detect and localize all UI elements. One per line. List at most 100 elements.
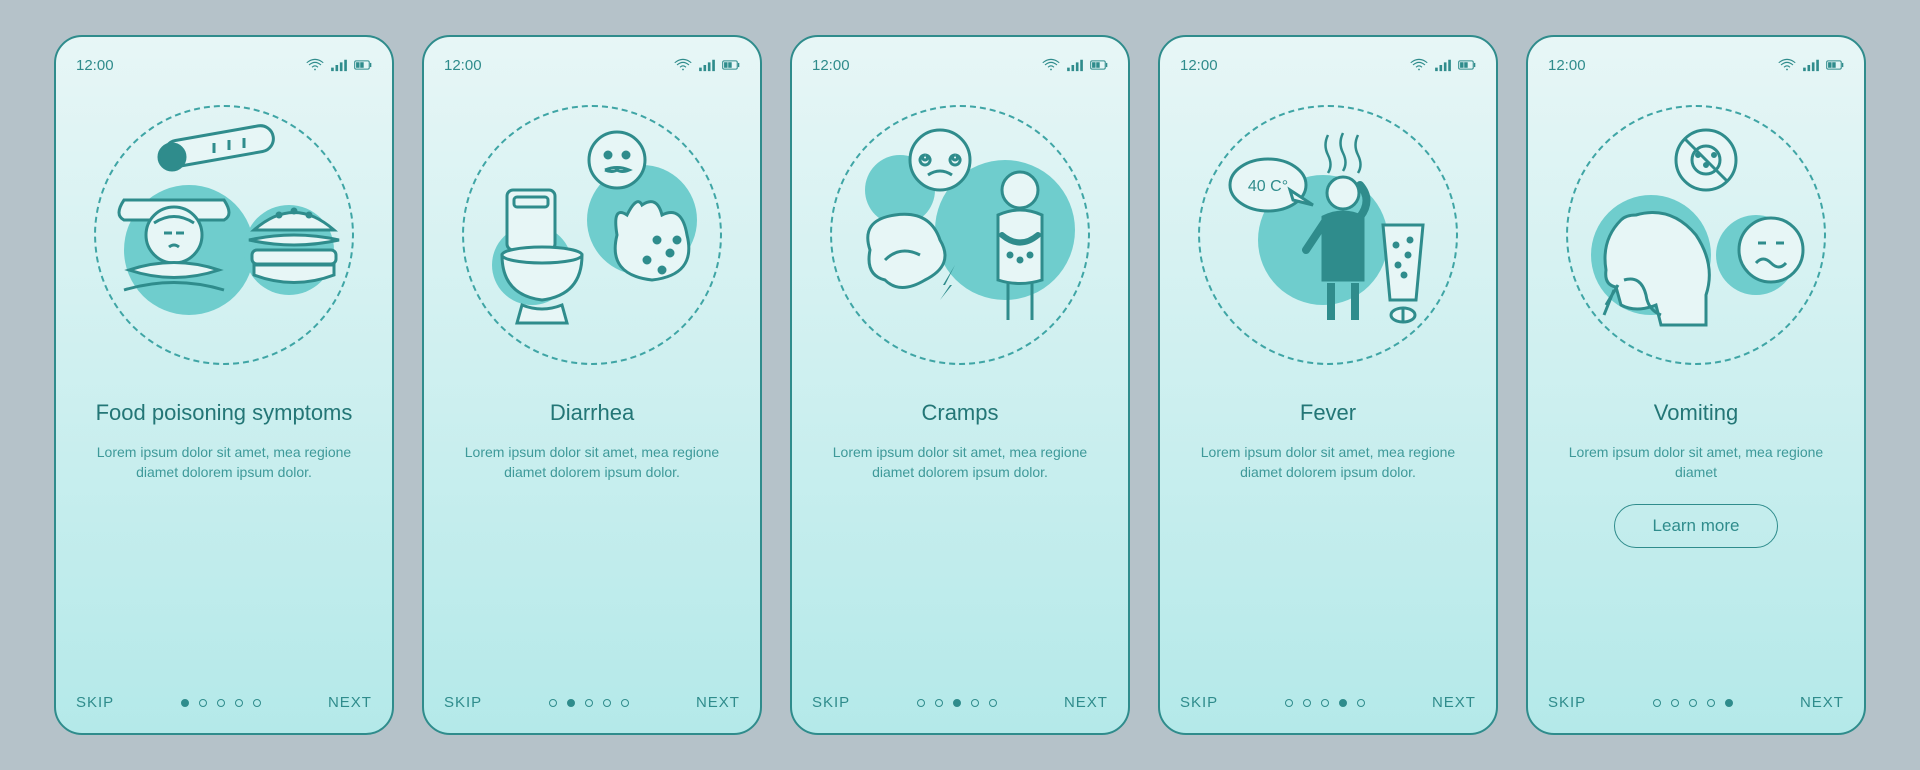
status-icons <box>1778 58 1844 72</box>
status-bar: 12:00 <box>76 55 372 75</box>
dot[interactable] <box>1707 699 1715 707</box>
next-button[interactable]: NEXT <box>1800 694 1844 711</box>
learn-more-button[interactable]: Learn more <box>1614 504 1779 548</box>
battery-icon <box>722 58 740 72</box>
illustration-vomiting <box>1566 105 1826 365</box>
dot[interactable] <box>549 699 557 707</box>
signal-icon <box>1802 58 1820 72</box>
status-time: 12:00 <box>76 57 114 74</box>
dot[interactable] <box>1303 699 1311 707</box>
screen-title: Diarrhea <box>454 399 730 428</box>
skip-button[interactable]: SKIP <box>812 694 850 711</box>
signal-icon <box>698 58 716 72</box>
page-dots <box>549 699 629 707</box>
dot[interactable] <box>1689 699 1697 707</box>
onboarding-nav: SKIP NEXT <box>1548 694 1844 711</box>
status-time: 12:00 <box>1548 57 1586 74</box>
screen-title: Fever <box>1190 399 1466 428</box>
page-dots <box>917 699 997 707</box>
screen-body: Lorem ipsum dolor sit amet, mea regione … <box>812 442 1108 483</box>
page-dots <box>1285 699 1365 707</box>
illustration-fever: 40 C° <box>1198 105 1458 365</box>
dot[interactable] <box>1725 699 1733 707</box>
battery-icon <box>354 58 372 72</box>
screen-title: Vomiting <box>1558 399 1834 428</box>
onboarding-nav: SKIP NEXT <box>76 694 372 711</box>
battery-icon <box>1826 58 1844 72</box>
dot[interactable] <box>621 699 629 707</box>
status-time: 12:00 <box>812 57 850 74</box>
next-button[interactable]: NEXT <box>328 694 372 711</box>
fever-icon: 40 C° <box>1198 105 1458 365</box>
wifi-icon <box>674 58 692 72</box>
onboarding-screen-5: 12:00 <box>1526 35 1866 735</box>
dot[interactable] <box>1339 699 1347 707</box>
status-bar: 12:00 <box>444 55 740 75</box>
status-time: 12:00 <box>1180 57 1218 74</box>
dot[interactable] <box>971 699 979 707</box>
wifi-icon <box>1410 58 1428 72</box>
onboarding-nav: SKIP NEXT <box>812 694 1108 711</box>
wifi-icon <box>1042 58 1060 72</box>
status-bar: 12:00 <box>812 55 1108 75</box>
temperature-badge: 40 C° <box>1248 178 1288 195</box>
signal-icon <box>1066 58 1084 72</box>
dot[interactable] <box>181 699 189 707</box>
screen-body: Lorem ipsum dolor sit amet, mea regione … <box>76 442 372 483</box>
onboarding-nav: SKIP NEXT <box>1180 694 1476 711</box>
vomiting-icon <box>1566 105 1826 365</box>
status-time: 12:00 <box>444 57 482 74</box>
dot[interactable] <box>1653 699 1661 707</box>
screen-body: Lorem ipsum dolor sit amet, mea regione … <box>1180 442 1476 483</box>
status-bar: 12:00 <box>1180 55 1476 75</box>
wifi-icon <box>306 58 324 72</box>
screen-body: Lorem ipsum dolor sit amet, mea regione … <box>444 442 740 483</box>
dot[interactable] <box>1357 699 1365 707</box>
illustration-cramps <box>830 105 1090 365</box>
dot[interactable] <box>585 699 593 707</box>
dot[interactable] <box>953 699 961 707</box>
status-icons <box>1042 58 1108 72</box>
skip-button[interactable]: SKIP <box>444 694 482 711</box>
sick-person-icon <box>94 105 354 365</box>
status-bar: 12:00 <box>1548 55 1844 75</box>
toilet-stomach-icon <box>462 105 722 365</box>
signal-icon <box>1434 58 1452 72</box>
signal-icon <box>330 58 348 72</box>
dot[interactable] <box>935 699 943 707</box>
dot[interactable] <box>1671 699 1679 707</box>
cramps-icon <box>830 105 1090 365</box>
dot[interactable] <box>917 699 925 707</box>
dot[interactable] <box>603 699 611 707</box>
skip-button[interactable]: SKIP <box>76 694 114 711</box>
screen-title: Cramps <box>822 399 1098 428</box>
onboarding-screen-2: 12:00 <box>422 35 762 735</box>
dot[interactable] <box>217 699 225 707</box>
illustration-diarrhea <box>462 105 722 365</box>
page-dots <box>1653 699 1733 707</box>
dot[interactable] <box>989 699 997 707</box>
dot[interactable] <box>1285 699 1293 707</box>
next-button[interactable]: NEXT <box>1432 694 1476 711</box>
page-dots <box>181 699 261 707</box>
dot[interactable] <box>253 699 261 707</box>
battery-icon <box>1090 58 1108 72</box>
onboarding-screen-3: 12:00 <box>790 35 1130 735</box>
status-icons <box>306 58 372 72</box>
screen-body: Lorem ipsum dolor sit amet, mea regione … <box>1548 442 1844 483</box>
skip-button[interactable]: SKIP <box>1180 694 1218 711</box>
status-icons <box>1410 58 1476 72</box>
dot[interactable] <box>567 699 575 707</box>
onboarding-screen-4: 12:00 40 C° <box>1158 35 1498 735</box>
next-button[interactable]: NEXT <box>696 694 740 711</box>
dot[interactable] <box>1321 699 1329 707</box>
screen-title: Food poisoning symptoms <box>86 399 362 428</box>
dot[interactable] <box>235 699 243 707</box>
onboarding-nav: SKIP NEXT <box>444 694 740 711</box>
skip-button[interactable]: SKIP <box>1548 694 1586 711</box>
next-button[interactable]: NEXT <box>1064 694 1108 711</box>
illustration-food-poisoning <box>94 105 354 365</box>
battery-icon <box>1458 58 1476 72</box>
dot[interactable] <box>199 699 207 707</box>
status-icons <box>674 58 740 72</box>
